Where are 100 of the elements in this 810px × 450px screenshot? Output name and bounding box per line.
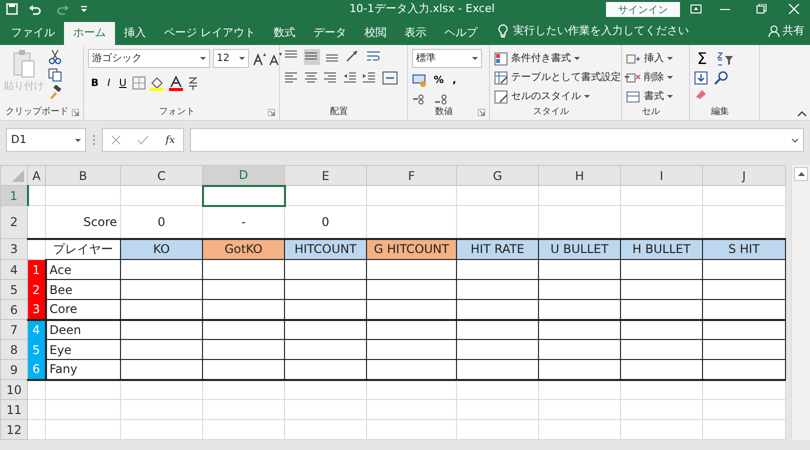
ribbon-tab[interactable]: 挿入 — [115, 22, 155, 45]
column-header[interactable]: J — [702, 166, 786, 186]
row-header[interactable]: 8 — [0, 340, 28, 360]
row-header[interactable]: 9 — [0, 360, 28, 380]
caret-icon[interactable] — [624, 76, 630, 79]
ribbon-tab[interactable]: 表示 — [396, 22, 436, 45]
lightbulb-icon[interactable] — [498, 24, 508, 38]
decrease-decimal-icon[interactable] — [434, 92, 450, 104]
caret-icon[interactable] — [667, 57, 673, 60]
increase-indent-icon[interactable] — [362, 70, 376, 82]
caret-icon[interactable] — [238, 57, 245, 60]
decrease-indent-icon[interactable] — [342, 70, 356, 82]
bold-button[interactable]: B — [88, 74, 102, 92]
copy-icon[interactable] — [48, 68, 62, 82]
column-header[interactable]: F — [366, 166, 456, 186]
row-header[interactable]: 6 — [0, 300, 28, 320]
ribbon-tab[interactable]: ページ レイアウト — [155, 22, 264, 45]
scroll-up-button[interactable] — [794, 167, 808, 181]
row-header[interactable]: 12 — [0, 420, 28, 440]
row-header[interactable]: 10 — [0, 380, 28, 400]
dialog-launcher-icon[interactable] — [268, 109, 275, 116]
row-header[interactable]: 1 — [0, 186, 28, 206]
borders-icon[interactable] — [132, 76, 146, 90]
window-title: 10-1データ入力.xlsx - Excel — [348, 0, 496, 17]
orientation-icon[interactable] — [344, 49, 360, 63]
conditional-format-icon — [494, 52, 508, 66]
search-icon[interactable] — [714, 70, 728, 85]
font-name-dropdown[interactable]: 游ゴシック — [88, 49, 210, 68]
row-header[interactable]: 4 — [0, 260, 28, 280]
currency-icon[interactable] — [412, 73, 428, 88]
italic-button[interactable]: I — [104, 74, 114, 92]
collapse-ribbon-icon[interactable] — [797, 111, 808, 118]
caret-icon[interactable] — [667, 95, 673, 98]
ribbon-tab[interactable]: ヘルプ — [436, 22, 486, 45]
underline-button[interactable]: U — [116, 74, 130, 92]
insert-function-button[interactable]: fx — [166, 132, 175, 148]
column-header[interactable]: G — [456, 166, 538, 186]
group-label: フォント — [159, 106, 195, 119]
column-header[interactable]: E — [284, 166, 366, 186]
header-cell: H BULLET — [620, 238, 702, 260]
header-cell: S HIT — [702, 238, 786, 260]
grip-icon — [92, 134, 96, 146]
group-label: セル — [642, 106, 660, 120]
align-right-icon[interactable] — [323, 70, 337, 82]
sign-in-button[interactable]: サインイン — [606, 2, 680, 16]
wrap-text-icon[interactable] — [366, 49, 382, 63]
name-box[interactable]: D1 — [6, 128, 86, 152]
sort-filter-icon[interactable] — [716, 52, 734, 66]
font-size-dropdown[interactable]: 12 — [212, 49, 249, 68]
align-middle-icon[interactable] — [304, 49, 320, 65]
save-icon[interactable] — [6, 3, 18, 15]
number-format-dropdown[interactable]: 標準 — [412, 49, 482, 68]
caret-icon[interactable] — [200, 57, 206, 60]
caret-icon[interactable] — [574, 57, 580, 60]
dialog-launcher-icon[interactable] — [478, 109, 485, 116]
dialog-launcher-icon[interactable] — [72, 109, 79, 116]
fill-icon[interactable] — [694, 70, 708, 85]
align-center-icon[interactable] — [304, 70, 318, 82]
fill-color-icon[interactable] — [148, 76, 165, 90]
ribbon-display-icon[interactable] — [690, 4, 702, 14]
tell-me-field[interactable]: 実行したい作業を入力してください — [513, 22, 689, 39]
shrink-font-icon[interactable] — [268, 52, 282, 66]
ribbon-tab[interactable]: ホーム — [64, 22, 115, 45]
caret-icon[interactable] — [667, 76, 673, 79]
column-header[interactable]: B — [46, 166, 120, 186]
customize-icon[interactable] — [80, 4, 88, 14]
column-header[interactable]: A — [28, 166, 46, 186]
comma-button[interactable]: , — [450, 70, 460, 90]
row-header[interactable]: 7 — [0, 320, 28, 340]
player-number: 5 — [28, 340, 46, 360]
caret-icon[interactable] — [584, 95, 590, 98]
caret-icon[interactable] — [75, 138, 81, 142]
row-header[interactable]: 3 — [0, 238, 28, 260]
group-label: スタイル — [533, 106, 569, 120]
expand-icon[interactable] — [791, 138, 799, 142]
person-icon[interactable] — [768, 24, 780, 37]
column-header[interactable]: D — [202, 166, 284, 186]
row-header[interactable]: 11 — [0, 400, 28, 420]
formula-input[interactable] — [190, 128, 804, 152]
active-cell[interactable] — [202, 186, 284, 206]
ribbon-tab[interactable]: 数式 — [264, 22, 304, 45]
format-painter-icon[interactable] — [48, 84, 62, 98]
percent-button[interactable]: % — [430, 70, 447, 90]
column-header[interactable]: C — [120, 166, 202, 186]
merge-cells-icon[interactable] — [382, 70, 398, 84]
column-header[interactable]: H — [538, 166, 620, 186]
align-left-icon[interactable] — [284, 70, 298, 82]
column-header[interactable]: I — [620, 166, 702, 186]
row-header[interactable]: 5 — [0, 280, 28, 300]
font-color-icon[interactable] — [168, 76, 184, 90]
ribbon-tab[interactable]: データ — [304, 22, 356, 45]
share-button[interactable]: 共有 — [782, 22, 804, 39]
caret-icon — [798, 172, 804, 176]
grow-font-icon[interactable] — [252, 52, 266, 66]
ribbon-tab[interactable]: 校閲 — [356, 22, 396, 45]
caret-icon[interactable] — [472, 57, 478, 60]
scissors-icon[interactable] — [48, 49, 62, 65]
ribbon-tab[interactable]: ファイル — [2, 22, 64, 45]
autosum-button[interactable]: Σ — [694, 49, 710, 68]
row-header[interactable]: 2 — [0, 206, 28, 238]
